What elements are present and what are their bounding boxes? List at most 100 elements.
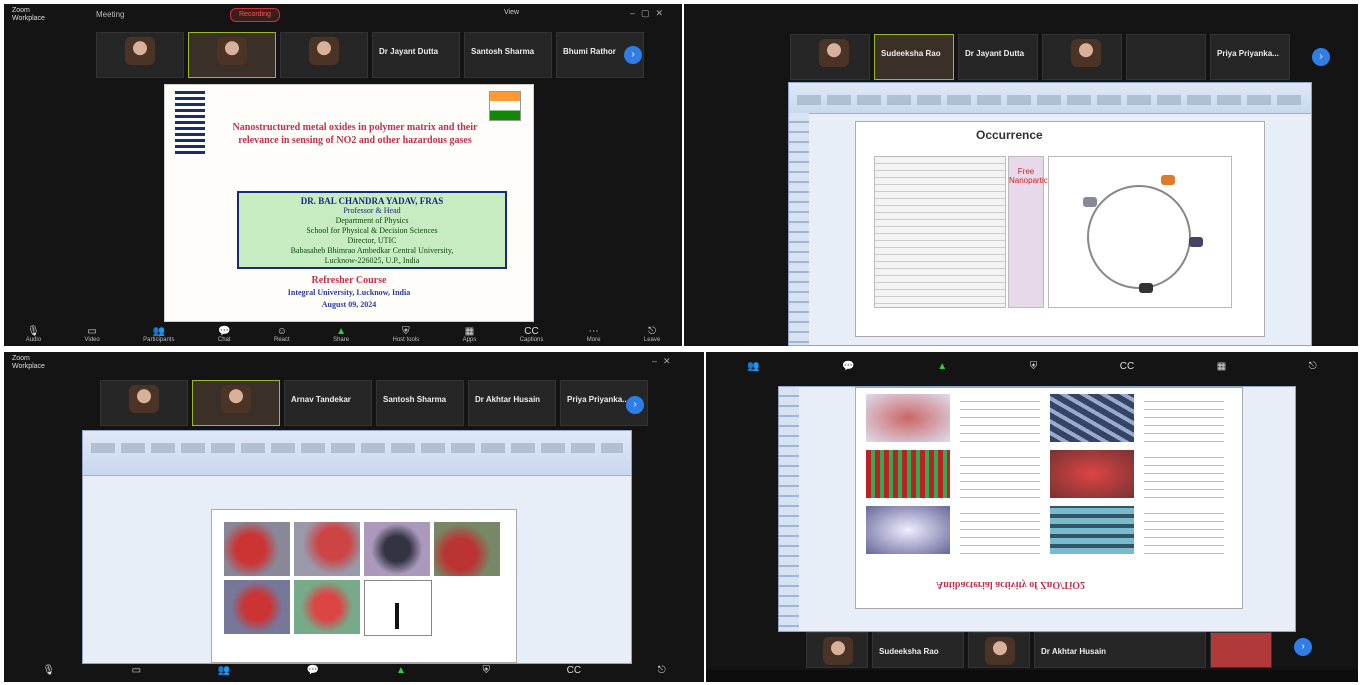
- meeting-window-4: 👥 💬 ▲ ⛨ CC ▦ ⎋ Antibacterial activity of…: [706, 352, 1358, 682]
- share-button[interactable]: ▲: [396, 665, 406, 676]
- ribbon: [789, 83, 1311, 114]
- participant-tile[interactable]: Santosh Sharma: [464, 32, 552, 78]
- chat-button[interactable]: 💬 Chat: [218, 326, 231, 343]
- participant-tile-active[interactable]: [188, 32, 276, 78]
- tool-label: Audio: [25, 336, 42, 343]
- micrograph-image: [224, 580, 290, 634]
- react-button[interactable]: ☺ React: [274, 326, 290, 343]
- avatar: [985, 637, 1015, 665]
- apps-button[interactable]: ▦ Apps: [463, 326, 477, 343]
- recording-badge[interactable]: Recording: [230, 8, 280, 22]
- next-page-button[interactable]: ›: [1312, 48, 1330, 66]
- slide-canvas: Occurrence Free Nanoparticles: [855, 121, 1265, 337]
- participant-tile[interactable]: Arnav Tandekar: [284, 380, 372, 426]
- participant-tile-active[interactable]: [192, 380, 280, 426]
- view-button[interactable]: View: [504, 9, 519, 16]
- participant-tile[interactable]: [806, 632, 868, 668]
- captions-icon: CC: [1119, 360, 1135, 372]
- share-button[interactable]: ▲ Share: [333, 326, 349, 343]
- participant-tile[interactable]: [968, 632, 1030, 668]
- participant-tile[interactable]: [96, 32, 184, 78]
- video-button[interactable]: ▭: [132, 665, 141, 676]
- participant-tile[interactable]: [280, 32, 368, 78]
- participant-tile[interactable]: [1042, 34, 1122, 80]
- participant-name: Sudeeksha Rao: [879, 647, 939, 656]
- leave-button[interactable]: ⎋: [1309, 361, 1317, 372]
- chat-button[interactable]: 💬: [307, 665, 319, 676]
- host-tools-button[interactable]: ⛨: [1030, 361, 1038, 372]
- slide-thumbnails[interactable]: [789, 113, 809, 345]
- meeting-window-2: Sudeeksha Rao Dr Jayant Dutta Priya Priy…: [684, 4, 1358, 346]
- participant-tile[interactable]: Sudeeksha Rao: [872, 632, 964, 668]
- slide-footer: Antibacterial activity of ZnO/TiO2: [936, 579, 1085, 590]
- meeting-info[interactable]: Meeting: [96, 10, 124, 19]
- participant-tile[interactable]: [100, 380, 188, 426]
- document-image: [874, 156, 1006, 308]
- participant-tile[interactable]: Priya Priyanka...: [1210, 34, 1290, 80]
- next-page-button[interactable]: ›: [624, 46, 642, 64]
- tool-label: Participants: [143, 336, 175, 343]
- caption-text: [960, 394, 1040, 442]
- participant-tile[interactable]: Dr Jayant Dutta: [958, 34, 1038, 80]
- venue: Integral University, Lucknow, India: [287, 288, 411, 297]
- slide-canvas: Antibacterial activity of ZnO/TiO2: [855, 387, 1243, 609]
- meeting-window-3: Zoom Workplace –✕ Arnav Tandekar Santosh…: [4, 352, 704, 682]
- host-tools-button[interactable]: ⛨: [482, 665, 490, 676]
- ribbon-buttons[interactable]: [91, 443, 623, 453]
- city: Lucknow-226025, U.P., India: [324, 256, 420, 265]
- chat-button[interactable]: 💬: [842, 361, 854, 372]
- tool-label: Captions: [519, 336, 544, 343]
- participant-tile[interactable]: Santosh Sharma: [376, 380, 464, 426]
- caption-text: [1144, 506, 1224, 554]
- participants-button[interactable]: 👥 Participants: [143, 326, 174, 343]
- department: Department of Physics: [335, 216, 409, 225]
- share-icon: ▲: [336, 325, 347, 337]
- meeting-window-1: Zoom Workplace Meeting Recording View –▢…: [4, 4, 682, 346]
- captions-icon: CC: [566, 664, 582, 676]
- structure-image: [1050, 506, 1134, 554]
- video-icon: ▭: [87, 325, 97, 337]
- window-controls[interactable]: –✕: [652, 356, 677, 367]
- slide-thumbnails[interactable]: [779, 387, 799, 631]
- participant-tile[interactable]: [1210, 632, 1272, 668]
- avatar: [819, 39, 849, 67]
- participant-tile[interactable]: Dr Akhtar Husain: [468, 380, 556, 426]
- taskbar[interactable]: [706, 670, 1358, 682]
- app-name: Zoom Workplace: [12, 355, 45, 370]
- share-button[interactable]: ▲: [937, 361, 947, 372]
- next-page-button[interactable]: ›: [626, 396, 644, 414]
- membrane-image: [866, 506, 950, 554]
- next-page-button[interactable]: ›: [1294, 638, 1312, 656]
- image-row: [866, 394, 1224, 442]
- audio-button[interactable]: 🎙: [42, 665, 55, 676]
- captions-button[interactable]: CC: [1120, 361, 1134, 372]
- course-title: Refresher Course: [311, 275, 387, 286]
- participant-tile[interactable]: Dr Jayant Dutta: [372, 32, 460, 78]
- share-icon: ▲: [937, 360, 948, 372]
- host-tools-button[interactable]: ⛨ Host tools: [393, 326, 420, 343]
- participant-tile[interactable]: Dr Akhtar Husain: [1034, 632, 1206, 668]
- captions-button[interactable]: CC Captions: [520, 326, 544, 343]
- ribbon-buttons[interactable]: [797, 95, 1303, 105]
- participant-tile-active[interactable]: Sudeeksha Rao: [874, 34, 954, 80]
- image-row: [866, 506, 1224, 554]
- participants-button[interactable]: 👥: [218, 665, 230, 676]
- mic-icon: 🎙: [27, 325, 40, 337]
- powerpoint-window: [82, 430, 632, 664]
- leave-button[interactable]: ⎋ Leave: [644, 326, 660, 343]
- captions-button[interactable]: CC: [567, 665, 581, 676]
- participants-icon: 👥: [152, 325, 166, 337]
- audio-button[interactable]: 🎙 Audio: [26, 326, 41, 343]
- window-controls[interactable]: –▢✕: [630, 8, 669, 19]
- participant-tile[interactable]: [1126, 34, 1206, 80]
- chat-icon: 💬: [218, 325, 231, 337]
- video-button[interactable]: ▭ Video: [84, 326, 99, 343]
- participant-tile[interactable]: [790, 34, 870, 80]
- leave-button[interactable]: ⎋: [658, 665, 666, 676]
- slide-title: Occurrence: [976, 128, 1043, 142]
- apps-button[interactable]: ▦: [1217, 361, 1226, 372]
- participant-name: Sudeeksha Rao: [881, 49, 941, 58]
- more-button[interactable]: ⋯ More: [587, 326, 601, 343]
- tool-label: React: [273, 336, 290, 343]
- participants-button[interactable]: 👥: [747, 361, 759, 372]
